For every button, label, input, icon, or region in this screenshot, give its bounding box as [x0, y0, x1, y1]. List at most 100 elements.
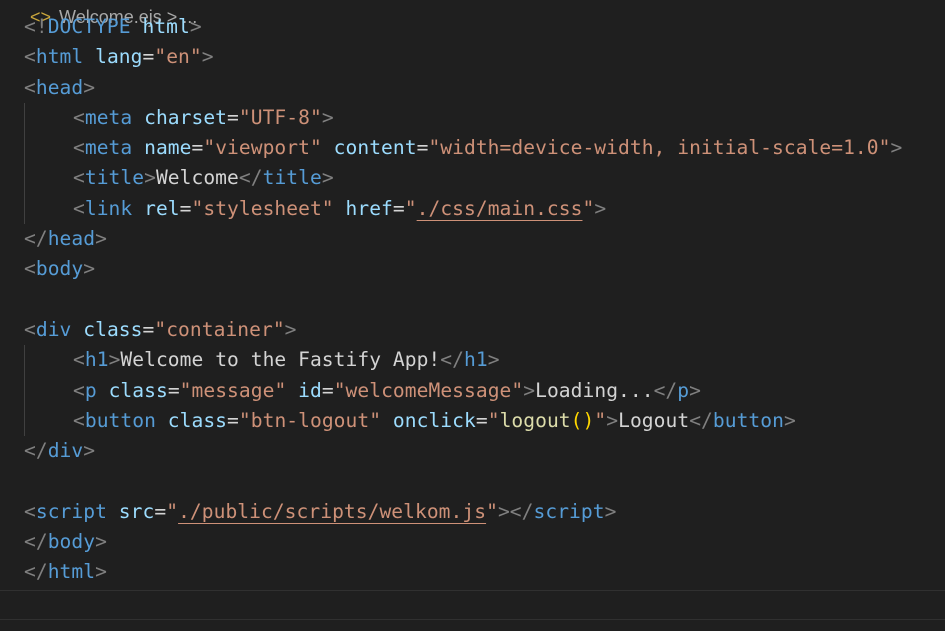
- code-line-head-open[interactable]: <head>: [0, 73, 945, 103]
- bracket: >: [83, 439, 96, 463]
- code-line-link[interactable]: <link rel="stylesheet" href="./css/main.…: [0, 193, 945, 225]
- bracket: <: [24, 45, 36, 69]
- quote: ": [594, 408, 607, 432]
- code-line-body-open[interactable]: <body>: [0, 254, 945, 284]
- code-line-title[interactable]: <title>Welcome</title>: [0, 163, 945, 194]
- bracket: >: [604, 499, 617, 523]
- tag-name: head: [47, 227, 96, 251]
- indent-guide: [24, 375, 25, 406]
- bracket: <!: [24, 15, 48, 38]
- code-line-meta-charset[interactable]: <meta charset="UTF-8">: [0, 102, 945, 134]
- attribute-value: "en": [154, 45, 202, 69]
- code-line-doctype[interactable]: <!DOCTYPE html>: [0, 12, 945, 42]
- attribute-name: src: [106, 499, 155, 523]
- tag-name: div: [35, 317, 72, 341]
- code-line-p[interactable]: <p class="message" id="welcomeMessage">L…: [0, 375, 945, 406]
- attribute-name: onclick: [381, 408, 476, 432]
- attribute-name: id: [286, 378, 322, 402]
- bracket: >: [95, 560, 107, 584]
- attribute-name: lang: [83, 45, 143, 69]
- indent-guide: [24, 163, 25, 194]
- bracket: <: [73, 136, 85, 160]
- quote: ": [486, 499, 498, 523]
- attribute-value: "welcomeMessage": [333, 378, 524, 402]
- quote: ": [404, 196, 417, 220]
- code-line-body-close[interactable]: </body>: [0, 527, 945, 557]
- bracket: >: [284, 317, 297, 341]
- bracket: <: [24, 75, 36, 99]
- attribute-value: "UTF-8": [238, 105, 322, 129]
- bracket: >: [83, 257, 96, 281]
- code-line-empty[interactable]: [0, 285, 945, 315]
- tag-name: p: [84, 378, 97, 402]
- code-line-div-close[interactable]: </div>: [0, 436, 945, 466]
- bracket: >: [321, 166, 334, 190]
- bracket: >: [189, 15, 202, 38]
- bracket: </: [653, 378, 678, 402]
- code-line-button[interactable]: <button class="btn-logout" onclick="logo…: [0, 405, 945, 437]
- attribute-value: "stylesheet": [191, 196, 334, 220]
- doctype-keyword: DOCTYPE: [47, 15, 131, 38]
- code-line-html-open[interactable]: <html lang="en">: [0, 42, 945, 72]
- equals: =: [227, 105, 239, 129]
- tag-name: link: [84, 196, 133, 220]
- tag-name: h1: [84, 348, 109, 372]
- code-line-current-empty[interactable]: [0, 589, 945, 620]
- equals: =: [142, 45, 155, 69]
- bracket: >: [201, 45, 214, 69]
- bracket: >: [594, 196, 607, 220]
- bracket: <: [24, 257, 36, 281]
- bracket: >: [689, 378, 701, 402]
- bracket: >: [523, 378, 536, 402]
- bracket: <: [73, 105, 85, 129]
- attribute-name: name: [132, 136, 192, 160]
- tag-name: p: [677, 378, 690, 402]
- tag-name: div: [47, 439, 84, 463]
- bracket: <: [73, 348, 85, 372]
- breadcrumb[interactable]: <> Welcome.ejs > ...: [20, 0, 197, 26]
- bracket: <: [24, 499, 36, 523]
- code-editor[interactable]: <!DOCTYPE html> <html lang="en"> <head> …: [0, 12, 945, 620]
- equals: =: [154, 499, 167, 523]
- code-line-meta-viewport[interactable]: <meta name="viewport" content="width=dev…: [0, 133, 945, 164]
- bracket: </: [509, 499, 534, 523]
- code-line-head-close[interactable]: </head>: [0, 224, 945, 254]
- attribute-value: "viewport": [203, 136, 322, 160]
- code-line-html-close[interactable]: </html>: [0, 557, 945, 587]
- bracket: >: [95, 530, 107, 554]
- tag-name: body: [35, 257, 84, 281]
- attribute-name: class: [155, 408, 228, 432]
- text-content: Logout: [618, 408, 690, 432]
- text-content: Welcome: [155, 166, 239, 190]
- tag-name: html: [35, 45, 84, 69]
- parentheses: (): [570, 408, 595, 432]
- tag-name: title: [84, 166, 145, 190]
- bracket: >: [783, 408, 796, 432]
- code-line-div-open[interactable]: <div class="container">: [0, 315, 945, 345]
- tag-name: body: [47, 530, 96, 554]
- bracket: >: [95, 227, 107, 251]
- code-line-script[interactable]: <script src="./public/scripts/welkom.js"…: [0, 497, 945, 527]
- bracket: <: [73, 166, 85, 190]
- code-line-empty[interactable]: [0, 466, 945, 496]
- tag-name: head: [35, 75, 84, 99]
- bracket: >: [83, 75, 96, 99]
- script-link[interactable]: ./public/scripts/welkom.js: [178, 500, 486, 523]
- equals: =: [475, 408, 488, 432]
- bracket: </: [689, 408, 713, 432]
- bracket: </: [24, 439, 48, 463]
- stylesheet-link[interactable]: ./css/main.css: [417, 197, 583, 220]
- tag-name: title: [262, 166, 322, 190]
- doctype-name: html: [130, 15, 190, 38]
- code-line-h1[interactable]: <h1>Welcome to the Fastify App!</h1>: [0, 345, 945, 376]
- equals: =: [142, 317, 155, 341]
- bracket: <: [73, 196, 85, 220]
- bracket: </: [24, 530, 48, 554]
- quote: ": [582, 196, 595, 220]
- bracket: <: [24, 317, 36, 341]
- tag-name: script: [533, 499, 605, 523]
- bracket: <: [73, 408, 85, 432]
- bracket: >: [144, 166, 156, 190]
- equals: =: [227, 408, 239, 432]
- bracket: </: [24, 227, 48, 251]
